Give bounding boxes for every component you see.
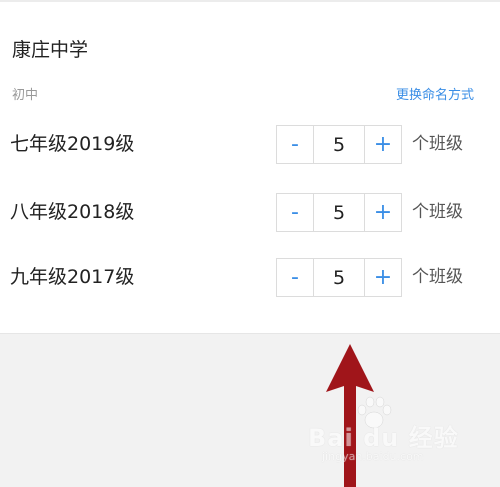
class-count-value[interactable]: 5 (313, 126, 365, 163)
class-count-value[interactable]: 5 (313, 194, 365, 231)
school-level-label: 初中 (12, 88, 39, 103)
decrement-button[interactable]: - (277, 194, 313, 231)
increment-button[interactable]: + (365, 194, 401, 231)
class-count-stepper: - 5 + (276, 125, 402, 164)
school-name: 康庄中学 (12, 39, 89, 61)
grade-row-7: 七年级2019级 - 5 + 个班级 (0, 123, 500, 167)
class-unit-label: 个班级 (412, 202, 463, 222)
decrement-button[interactable]: - (277, 126, 313, 163)
class-unit-label: 个班级 (412, 267, 463, 287)
grade-label: 九年级2017级 (10, 266, 135, 288)
change-naming-link[interactable]: 更换命名方式 (396, 88, 474, 104)
grade-label: 七年级2019级 (10, 133, 135, 155)
increment-button[interactable]: + (365, 126, 401, 163)
class-count-stepper: - 5 + (276, 193, 402, 232)
class-unit-label: 个班级 (412, 134, 463, 154)
class-count-value[interactable]: 5 (313, 259, 365, 296)
top-divider (0, 0, 500, 2)
class-count-stepper: - 5 + (276, 258, 402, 297)
decrement-button[interactable]: - (277, 259, 313, 296)
watermark-brand: Bai du 经验 (308, 424, 459, 452)
increment-button[interactable]: + (365, 259, 401, 296)
watermark: Bai du 经验 jingyan.baidu.com (308, 396, 478, 468)
school-card: 康庄中学 初中 更换命名方式 七年级2019级 - 5 + 个班级 八年级201… (0, 0, 500, 334)
watermark-url: jingyan.baidu.com (322, 450, 424, 463)
grade-row-8: 八年级2018级 - 5 + 个班级 (0, 191, 500, 235)
grade-row-9: 九年级2017级 - 5 + 个班级 (0, 256, 500, 300)
grade-label: 八年级2018级 (10, 201, 135, 223)
